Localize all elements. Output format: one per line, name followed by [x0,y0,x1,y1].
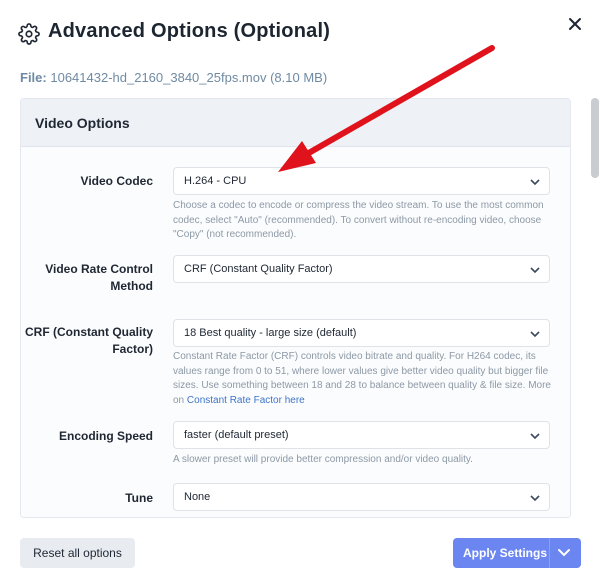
crf-hint: Constant Rate Factor (CRF) controls vide… [173,350,555,408]
chevron-down-icon [530,433,540,440]
crf-help-link[interactable]: Constant Rate Factor here [187,395,305,406]
encoding-speed-value: faster (default preset) [184,429,289,441]
video-codec-select[interactable]: H.264 - CPU [173,167,550,195]
crf-value: 18 Best quality - large size (default) [184,327,357,339]
encoding-speed-select[interactable]: faster (default preset) [173,421,550,449]
chevron-down-icon [530,331,540,338]
panel-body: Video Codec H.264 - CPU Choose a codec t… [21,147,570,517]
crf-label: CRF (Constant Quality Factor) [25,325,153,356]
video-codec-hint: Choose a codec to encode or compress the… [173,200,544,240]
modal-title: Advanced Options (Optional) [48,20,331,42]
tune-select[interactable]: None [173,483,550,511]
apply-settings-button[interactable]: Apply Settings [453,538,581,568]
chevron-down-icon [530,179,540,186]
chevron-down-icon[interactable] [557,547,571,559]
file-label: File: [20,70,47,85]
file-info: File: 10641432-hd_2160_3840_25fps.mov (8… [20,70,327,85]
encoding-speed-hint: A slower preset will provide better comp… [173,454,473,465]
chevron-down-icon [530,495,540,502]
rate-control-select[interactable]: CRF (Constant Quality Factor) [173,255,550,283]
rate-control-value: CRF (Constant Quality Factor) [184,263,333,275]
close-icon[interactable] [565,14,585,34]
video-codec-value: H.264 - CPU [184,175,247,187]
chevron-down-icon [530,267,540,274]
video-codec-label: Video Codec [80,174,153,188]
apply-settings-label: Apply Settings [463,546,548,560]
scrollbar-thumb[interactable] [591,98,599,178]
modal-header: Advanced Options (Optional) [0,0,600,66]
tune-value: None [184,491,211,503]
file-name: 10641432-hd_2160_3840_25fps.mov (8.10 MB… [50,70,328,85]
rate-control-label: Video Rate Control Method [45,262,153,293]
panel-title: Video Options [21,99,570,147]
reset-all-options-button[interactable]: Reset all options [20,538,135,568]
tune-label: Tune [125,491,153,505]
video-options-panel: Video Options Video Codec H.264 - CPU Ch… [20,98,571,518]
button-divider [549,538,550,568]
crf-select[interactable]: 18 Best quality - large size (default) [173,319,550,347]
gear-icon [18,23,40,45]
encoding-speed-label: Encoding Speed [58,429,153,443]
